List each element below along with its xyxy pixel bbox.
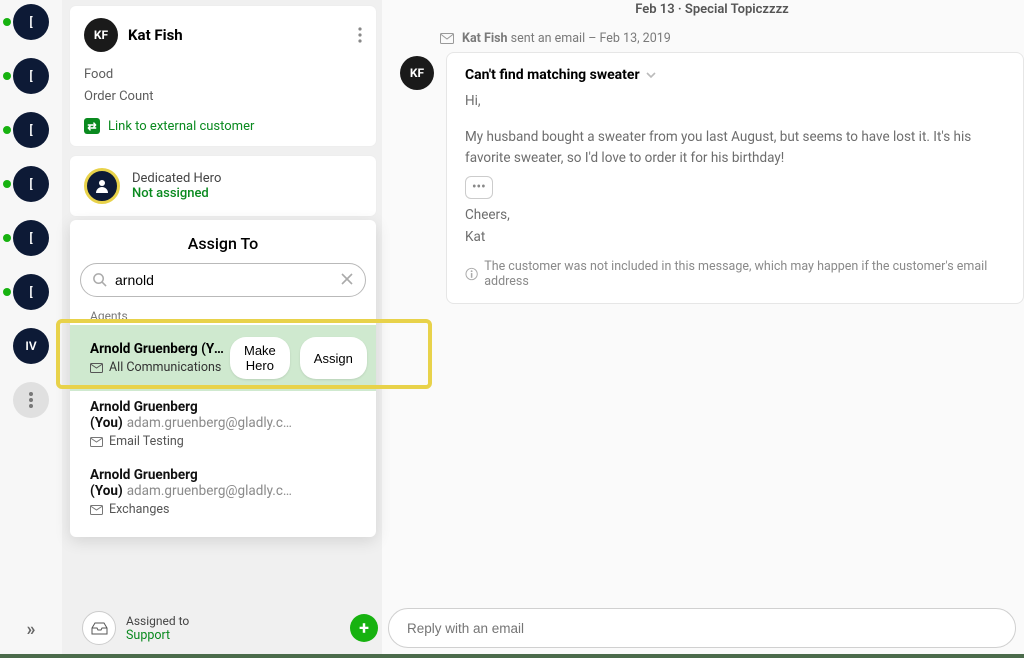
assign-option-name: Arnold Gruenberg (Yo…: [90, 341, 230, 357]
rail-more[interactable]: [13, 382, 49, 418]
bottom-border: [0, 654, 1024, 658]
dots-vertical-icon: [358, 27, 362, 43]
rail-item[interactable]: [: [13, 166, 49, 202]
email-subject-text: Can't find matching sweater: [465, 67, 640, 83]
customer-avatar: KF: [84, 18, 118, 52]
rail-item[interactable]: IV: [13, 328, 49, 364]
inbox-icon: [90, 363, 103, 373]
inbox-icon: [90, 437, 103, 447]
assign-heading: Assign To: [70, 234, 376, 253]
dots-vertical-icon: [29, 392, 33, 408]
link-external-label: Link to external customer: [108, 119, 254, 134]
assigned-to-label: Assigned to: [126, 614, 189, 628]
email-subject[interactable]: Can't find matching sweater: [465, 67, 1005, 83]
inbox-icon: [90, 505, 103, 515]
rail-avatar: [: [13, 166, 49, 202]
email-meta-rest: sent an email – Feb 13, 2019: [508, 31, 671, 46]
rail-item[interactable]: [: [13, 112, 49, 148]
assign-option[interactable]: Arnold Gruenberg (You)adam.gruenberg@gla…: [70, 391, 376, 459]
assign-button[interactable]: Assign: [300, 337, 367, 379]
email-meta-sender: Kat Fish: [462, 31, 508, 46]
assign-search-input[interactable]: [80, 263, 366, 297]
assign-option-inbox: Exchanges: [109, 502, 169, 517]
dedicated-hero-card[interactable]: Dedicated Hero Not assigned: [70, 156, 376, 216]
link-icon: ⇄: [84, 118, 100, 134]
rail-avatar: [: [13, 220, 49, 256]
assign-option[interactable]: Arnold Gruenberg (You)adam.gruenberg@gla…: [70, 459, 376, 527]
assign-group-label: Agents: [70, 305, 376, 325]
rail-avatar: [: [13, 58, 49, 94]
rail-item[interactable]: [: [13, 220, 49, 256]
hero-status: Not assigned: [132, 186, 221, 201]
rail-item[interactable]: [: [13, 4, 49, 40]
assigned-to-value[interactable]: Support: [126, 628, 189, 643]
expand-quoted[interactable]: •••: [465, 176, 493, 200]
person-icon: [94, 178, 110, 194]
inbox-icon: [91, 622, 108, 635]
reply-input[interactable]: [388, 608, 1016, 648]
hero-icon: [84, 168, 120, 204]
customer-meta-row: Food: [84, 64, 362, 86]
rail-avatar: [: [13, 112, 49, 148]
assign-option-email: adam.gruenberg@gladly.c…: [127, 483, 292, 499]
customer-menu[interactable]: [358, 27, 362, 43]
add-button[interactable]: +: [350, 614, 378, 642]
assign-option-selected[interactable]: Arnold Gruenberg (Yo… All Communications…: [70, 325, 376, 391]
rail-avatar: IV: [13, 328, 49, 364]
link-external-customer[interactable]: ⇄ Link to external customer: [84, 118, 362, 134]
email-card: Can't find matching sweater Hi, My husba…: [446, 52, 1024, 304]
sender-avatar: KF: [400, 56, 434, 90]
rail-avatar: [: [13, 4, 49, 40]
mail-icon: [440, 33, 454, 44]
info-icon: [465, 267, 478, 281]
side-panel: KF Kat Fish Food Order Count ⇄ Link to e…: [62, 0, 382, 658]
customer-card: KF Kat Fish Food Order Count ⇄ Link to e…: [70, 6, 376, 146]
assign-option-email: adam.gruenberg@gladly.c…: [127, 415, 292, 431]
customer-meta-row: Order Count: [84, 86, 362, 108]
email-body: Hi, My husband bought a sweater from you…: [465, 91, 1005, 249]
customer-name: Kat Fish: [128, 26, 183, 44]
email-info-note: The customer was not included in this me…: [465, 259, 1005, 289]
hero-title: Dedicated Hero: [132, 171, 221, 186]
assign-dropdown: Assign To Agents Arnold Gruenberg (Yo…: [70, 220, 376, 537]
clear-search[interactable]: [340, 272, 354, 286]
chevron-down-icon: [646, 72, 656, 79]
search-icon: [92, 272, 107, 287]
close-icon: [340, 272, 354, 286]
make-hero-button[interactable]: Make Hero: [230, 337, 290, 379]
nav-rail: [ [ [ [ [ [ IV »: [0, 0, 62, 658]
thread-date-header: Feb 13 · Special Topiczzzz: [400, 0, 1024, 17]
email-sent-meta: Kat Fish sent an email – Feb 13, 2019: [440, 31, 1024, 46]
assign-option-inbox: All Communications: [109, 360, 221, 375]
assigned-inbox-icon[interactable]: [82, 611, 116, 645]
rail-avatar: [: [13, 274, 49, 310]
composer-bar: Assigned to Support +: [0, 602, 1024, 654]
rail-item[interactable]: [: [13, 58, 49, 94]
conversation-pane: Feb 13 · Special Topiczzzz Kat Fish sent…: [382, 0, 1024, 658]
assign-option-inbox: Email Testing: [109, 434, 184, 449]
rail-item[interactable]: [: [13, 274, 49, 310]
